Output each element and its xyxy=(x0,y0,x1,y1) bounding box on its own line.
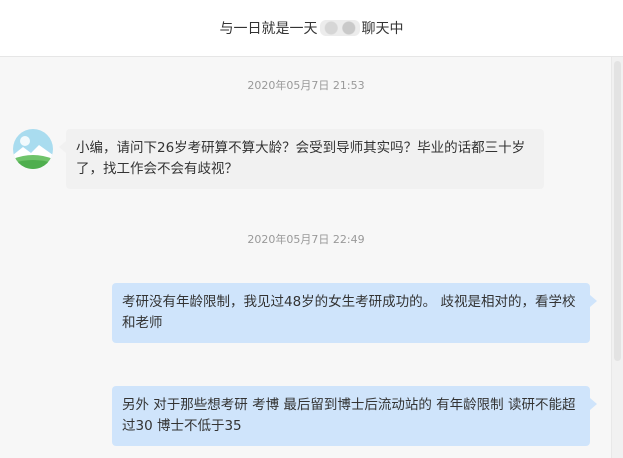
sent-message: 考研没有年龄限制，我见过48岁的女生考研成功的。 歧视是相对的，看学校和老师 xyxy=(112,283,597,343)
avatar[interactable] xyxy=(13,129,53,169)
chat-title-prefix: 与一日就是一天 xyxy=(219,21,318,37)
chat-scrollbar[interactable] xyxy=(611,57,623,458)
redacted-name-mask xyxy=(319,20,360,36)
message-timestamp: 2020年05月7日 21:53 xyxy=(247,79,365,92)
message-timestamp: 2020年05月7日 22:49 xyxy=(247,233,365,246)
avatar-landscape-icon xyxy=(13,129,53,169)
message-list[interactable]: 2020年05月7日 21:53 小编，请问下26岁考研算不算大龄？会受到导师其… xyxy=(0,57,623,458)
chat-title: 与一日就是一天 聊天中 xyxy=(0,18,623,38)
received-message: 小编，请问下26岁考研算不算大龄？会受到导师其实吗？毕业的话都三十岁了，找工作会… xyxy=(59,129,544,189)
chat-header: 与一日就是一天 聊天中 xyxy=(0,0,623,57)
chat-title-suffix: 聊天中 xyxy=(361,21,404,37)
sent-message: 另外 对于那些想考研 考博 最后留到博士后流动站的 有年龄限制 读研不能超过30… xyxy=(112,386,597,446)
scrollbar-thumb[interactable] xyxy=(614,61,621,361)
